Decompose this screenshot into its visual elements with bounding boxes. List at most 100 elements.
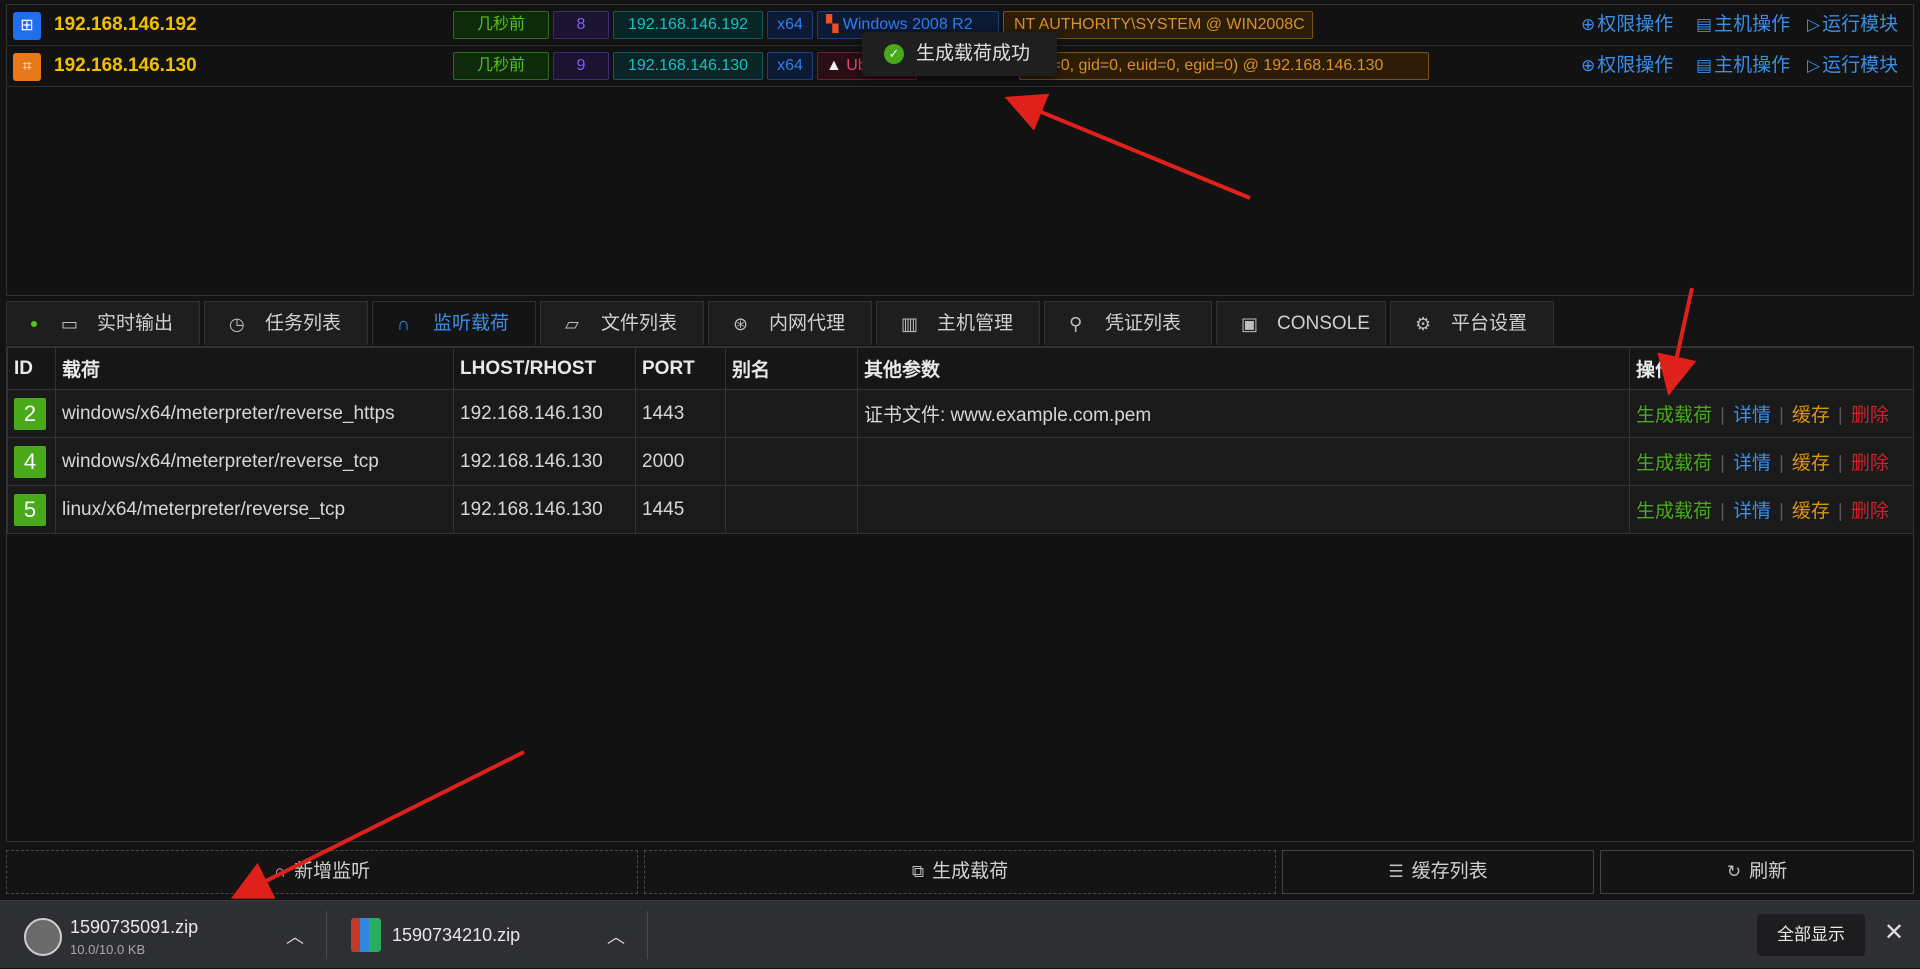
list-icon: ☰ <box>1388 862 1404 881</box>
tab-file-list[interactable]: ▱ 文件列表 <box>540 301 704 345</box>
listener-table: ID 载荷 LHOST/RHOST PORT 别名 其他参数 操作 2 wind… <box>7 347 1914 534</box>
generate-payload-link[interactable]: 生成载荷 <box>1636 405 1712 426</box>
tab-platform-settings[interactable]: ⚙ 平台设置 <box>1390 301 1554 345</box>
host-ip: 192.168.146.130 <box>54 55 197 76</box>
generate-payload-link[interactable]: 生成载荷 <box>1636 453 1712 474</box>
host-op-link[interactable]: ▤ 主机操作 <box>1696 46 1790 86</box>
close-icon[interactable]: ✕ <box>1884 917 1904 949</box>
actions-cell: 生成载荷 | 详情 | 缓存 | 删除 <box>1629 485 1914 534</box>
tab-credential-list[interactable]: ⚲ 凭证列表 <box>1044 301 1212 345</box>
key-icon: ⚲ <box>1069 314 1083 334</box>
host-ip: 192.168.146.192 <box>54 14 197 35</box>
listener-table-panel: ID 载荷 LHOST/RHOST PORT 别名 其他参数 操作 2 wind… <box>6 346 1914 842</box>
windows-logo-icon: ▚ <box>826 16 839 33</box>
arch-tag: x64 <box>767 11 813 39</box>
play-icon: ▷ <box>1807 15 1821 34</box>
zip-file-icon <box>24 918 62 956</box>
run-module-link[interactable]: ▷ 运行模块 <box>1807 5 1898 45</box>
target-icon: ⊕ <box>1581 56 1596 75</box>
host-cell: 192.168.146.130 <box>453 485 636 534</box>
check-circle-icon: ✓ <box>884 44 904 64</box>
actions-cell: 生成载荷 | 详情 | 缓存 | 删除 <box>1629 389 1914 438</box>
port-cell: 1443 <box>635 389 726 438</box>
delete-link[interactable]: 删除 <box>1851 501 1889 522</box>
last-seen-tag: 几秒前 <box>453 11 549 39</box>
folder-icon: ▱ <box>565 314 579 334</box>
chevron-up-icon[interactable]: ︿ <box>607 923 625 949</box>
document-icon: ▤ <box>1696 56 1713 75</box>
clock-icon: ◷ <box>229 314 245 334</box>
tab-host-management[interactable]: ▥ 主机管理 <box>876 301 1040 345</box>
detail-link[interactable]: 详情 <box>1733 405 1771 426</box>
terminal-icon: ▣ <box>1241 314 1259 334</box>
gear-icon: ⚙ <box>1415 314 1432 334</box>
host-cell: 192.168.146.130 <box>453 437 636 486</box>
generate-payload-link[interactable]: 生成载荷 <box>1636 501 1712 522</box>
add-listener-button[interactable]: ∩ 新增监听 <box>6 850 638 894</box>
col-header-port: PORT <box>635 347 726 390</box>
table-header-row: ID 载荷 LHOST/RHOST PORT 别名 其他参数 操作 <box>7 347 1914 390</box>
alias-cell <box>725 437 858 486</box>
arch-tag: x64 <box>767 52 813 80</box>
refresh-icon: ↻ <box>1726 862 1742 881</box>
tab-task-list[interactable]: ◷ 任务列表 <box>204 301 368 345</box>
download-file-name: 1590734210.zip <box>392 925 521 945</box>
play-icon: ▷ <box>1807 56 1821 75</box>
user-tag: uid=0, gid=0, euid=0, egid=0) @ 192.168.… <box>1019 52 1429 80</box>
params-cell: 证书文件: www.example.com.pem <box>857 389 1630 438</box>
tux-icon: ▲ <box>826 57 842 74</box>
download-item[interactable]: 1590734210.zip ︿ <box>327 901 647 969</box>
cache-link[interactable]: 缓存 <box>1792 501 1830 522</box>
generate-payload-button[interactable]: ⧉ 生成载荷 <box>644 850 1276 894</box>
tab-bar: ▭ 实时输出 ◷ 任务列表 ∩ 监听载荷 ▱ 文件列表 ⊛ 内网代理 ▥ 主机管… <box>6 301 1914 345</box>
col-header-host: LHOST/RHOST <box>453 347 636 390</box>
cache-list-button[interactable]: ☰ 缓存列表 <box>1282 850 1594 894</box>
col-header-alias: 别名 <box>725 347 858 390</box>
id-badge: 5 <box>14 493 46 526</box>
status-dot <box>31 321 37 327</box>
table-row: 5 linux/x64/meterpreter/reverse_tcp 192.… <box>7 485 1914 534</box>
zip-file-icon <box>351 918 381 952</box>
server-icon: ▥ <box>901 314 919 334</box>
tab-listener-payload[interactable]: ∩ 监听载荷 <box>372 301 536 345</box>
col-header-params: 其他参数 <box>857 347 1630 390</box>
show-all-button[interactable]: 全部显示 <box>1757 914 1865 956</box>
delete-link[interactable]: 删除 <box>1851 453 1889 474</box>
refresh-button[interactable]: ↻ 刷新 <box>1600 850 1914 894</box>
port-cell: 1445 <box>635 485 726 534</box>
payload-cell: windows/x64/meterpreter/reverse_tcp <box>55 437 454 486</box>
delete-link[interactable]: 删除 <box>1851 405 1889 426</box>
cache-link[interactable]: 缓存 <box>1792 453 1830 474</box>
download-bar: 1590735091.zip 10.0/10.0 KB ︿ 1590734210… <box>0 900 1920 968</box>
session-id-tag: 9 <box>553 52 609 80</box>
cache-link[interactable]: 缓存 <box>1792 405 1830 426</box>
alias-cell <box>725 389 858 438</box>
session-id-tag: 8 <box>553 11 609 39</box>
headphones-icon: ∩ <box>397 314 410 334</box>
target-icon: ⊕ <box>1581 15 1596 34</box>
payload-cell: linux/x64/meterpreter/reverse_tcp <box>55 485 454 534</box>
monitor-icon: ▭ <box>61 314 79 334</box>
col-header-actions: 操作 <box>1629 347 1914 390</box>
privilege-op-link[interactable]: ⊕ 权限操作 <box>1581 46 1673 86</box>
alias-cell <box>725 485 858 534</box>
linux-icon: ⌗ <box>13 53 41 81</box>
port-cell: 2000 <box>635 437 726 486</box>
table-row: 4 windows/x64/meterpreter/reverse_tcp 19… <box>7 437 1914 486</box>
tab-console[interactable]: ▣ CONSOLE <box>1216 301 1386 345</box>
id-badge: 4 <box>14 445 46 478</box>
privilege-op-link[interactable]: ⊕ 权限操作 <box>1581 5 1673 45</box>
os-name: Windows 2008 R2 <box>842 16 973 33</box>
chevron-up-icon[interactable]: ︿ <box>286 923 304 949</box>
host-ip-tag: 192.168.146.130 <box>613 52 763 80</box>
col-header-id: ID <box>7 347 56 390</box>
host-op-link[interactable]: ▤ 主机操作 <box>1696 5 1790 45</box>
params-cell <box>857 437 1630 486</box>
run-module-link[interactable]: ▷ 运行模块 <box>1807 46 1898 86</box>
headphones-icon: ∩ <box>273 862 287 881</box>
tab-live-output[interactable]: ▭ 实时输出 <box>6 301 200 345</box>
detail-link[interactable]: 详情 <box>1733 453 1771 474</box>
download-item[interactable]: 1590735091.zip 10.0/10.0 KB ︿ <box>0 901 326 969</box>
tab-intranet-proxy[interactable]: ⊛ 内网代理 <box>708 301 872 345</box>
detail-link[interactable]: 详情 <box>1733 501 1771 522</box>
